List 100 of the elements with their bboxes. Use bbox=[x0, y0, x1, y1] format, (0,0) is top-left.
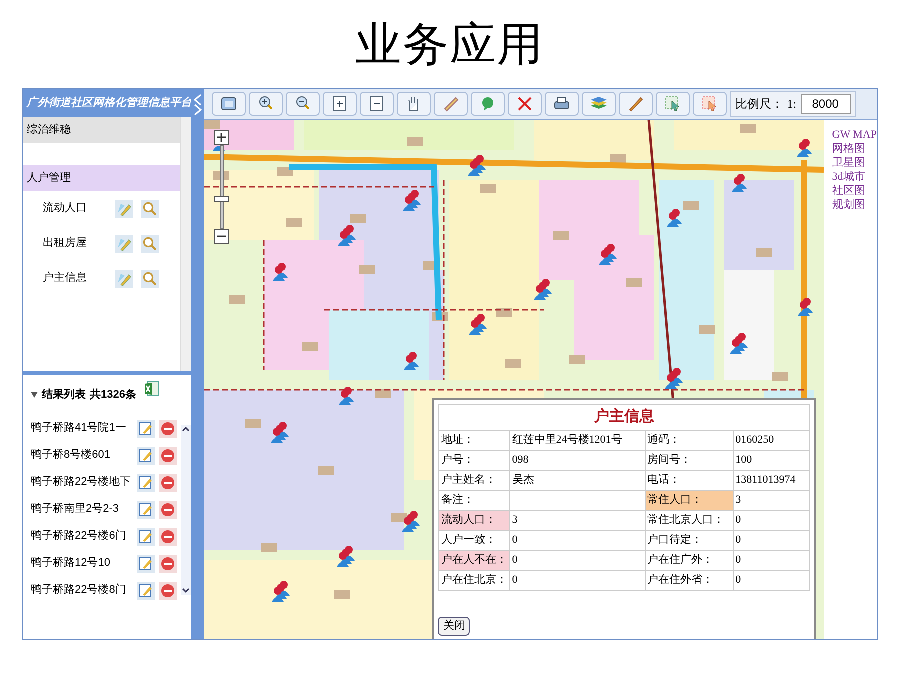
delete-icon[interactable] bbox=[159, 582, 177, 600]
delete-icon[interactable] bbox=[159, 554, 177, 572]
zoom-out-button[interactable] bbox=[214, 229, 230, 244]
field-label: 户主姓名： bbox=[438, 470, 510, 490]
print-button[interactable] bbox=[545, 92, 580, 116]
map-layer-link[interactable]: 3d城市 bbox=[832, 170, 877, 184]
results-title: 结果列表 bbox=[42, 388, 86, 403]
popup-title: 户主信息 bbox=[438, 404, 810, 430]
collapse-arrows-icon[interactable] bbox=[192, 93, 204, 117]
map-layer-link[interactable]: 规划图 bbox=[832, 198, 877, 212]
delete-icon[interactable] bbox=[159, 500, 177, 518]
spreadsheet-icon[interactable] bbox=[144, 381, 160, 397]
field-label: 户号： bbox=[438, 450, 510, 470]
scale-prefix: 1: bbox=[787, 96, 797, 113]
field-value: 0 bbox=[733, 510, 810, 530]
search-icon[interactable] bbox=[141, 200, 159, 218]
delete-icon[interactable] bbox=[159, 446, 177, 464]
pan-button[interactable] bbox=[397, 92, 432, 116]
menu-item[interactable]: 出租房屋 bbox=[43, 235, 107, 252]
menu-section[interactable]: 综治维稳 bbox=[23, 117, 180, 143]
edit-icon[interactable] bbox=[115, 234, 133, 252]
map-layer-link[interactable]: 卫星图 bbox=[832, 156, 877, 170]
deselect-button[interactable] bbox=[693, 92, 728, 116]
edit-icon[interactable] bbox=[137, 528, 155, 546]
pencil-icon bbox=[627, 95, 646, 113]
result-item[interactable]: 鸭子桥路12号10 bbox=[31, 555, 137, 572]
field-label: 户口待定： bbox=[645, 530, 734, 550]
caret-icon[interactable] bbox=[31, 392, 38, 398]
identify-button[interactable] bbox=[471, 92, 506, 116]
field-label: 户在住外省： bbox=[645, 570, 734, 590]
field-value: 0 bbox=[733, 530, 810, 550]
edit-icon[interactable] bbox=[137, 446, 155, 464]
delete-icon[interactable] bbox=[159, 528, 177, 546]
close-button[interactable]: 关闭 bbox=[438, 617, 470, 636]
field-label: 户在人不在： bbox=[438, 550, 510, 570]
draw-button[interactable] bbox=[619, 92, 654, 116]
field-label: 常住北京人口： bbox=[645, 510, 734, 530]
field-label: 人户一致： bbox=[438, 530, 510, 550]
edit-icon[interactable] bbox=[137, 420, 155, 438]
field-value: 0 bbox=[510, 550, 646, 570]
frame-icon bbox=[220, 95, 238, 113]
field-value: 0 bbox=[733, 570, 810, 590]
search-icon[interactable] bbox=[141, 234, 159, 252]
field-value: 0 bbox=[733, 550, 810, 570]
plus-icon bbox=[217, 133, 226, 142]
field-label: 户在住北京： bbox=[438, 570, 510, 590]
field-label: 备注： bbox=[438, 490, 510, 510]
app-title: 广外街道社区网格化管理信息平台 bbox=[23, 89, 191, 117]
scale-label: 比例尺： bbox=[735, 96, 784, 113]
box-zoom-in-button[interactable] bbox=[323, 92, 358, 116]
ruler-icon bbox=[442, 95, 460, 113]
zoom-in-button[interactable] bbox=[249, 92, 284, 116]
scrollbar[interactable] bbox=[181, 425, 191, 595]
field-label: 房间号： bbox=[645, 450, 734, 470]
result-item[interactable]: 鸭子桥8号楼601 bbox=[31, 447, 137, 464]
field-value: 3 bbox=[733, 490, 810, 510]
field-label: 常住人口： bbox=[645, 490, 734, 510]
measure-button[interactable] bbox=[434, 92, 468, 116]
menu-item[interactable]: 户主信息 bbox=[43, 270, 107, 287]
result-item[interactable]: 鸭子桥南里2号2-3 bbox=[31, 501, 137, 518]
edit-icon[interactable] bbox=[115, 270, 133, 288]
scrollbar[interactable] bbox=[180, 117, 191, 371]
edit-icon[interactable] bbox=[115, 200, 133, 218]
select-button[interactable] bbox=[656, 92, 690, 116]
field-value: 0160250 bbox=[733, 430, 810, 450]
full-extent-button[interactable] bbox=[212, 92, 246, 116]
field-label: 户在住广外： bbox=[645, 550, 734, 570]
result-item[interactable]: 鸭子桥路22号楼地下 bbox=[31, 474, 137, 491]
results-count: 共1326条 bbox=[90, 388, 136, 403]
field-value: 098 bbox=[510, 450, 646, 470]
zoom-slider[interactable] bbox=[214, 145, 230, 229]
field-value: 吴杰 bbox=[510, 470, 646, 490]
box-zoom-out-button[interactable] bbox=[360, 92, 394, 116]
edit-icon[interactable] bbox=[137, 554, 155, 572]
box-zoom-out-icon bbox=[368, 95, 386, 113]
edit-icon[interactable] bbox=[137, 474, 155, 492]
menu-item[interactable]: 流动人口 bbox=[43, 200, 107, 217]
result-item[interactable]: 鸭子桥路41号院1一 bbox=[31, 420, 137, 437]
map-layer-link[interactable]: GW MAP bbox=[832, 128, 877, 142]
field-value: 0 bbox=[510, 570, 646, 590]
edit-icon[interactable] bbox=[137, 500, 155, 518]
field-value: 100 bbox=[733, 450, 810, 470]
zoom-out-button[interactable] bbox=[286, 92, 320, 116]
field-label: 电话： bbox=[645, 470, 734, 490]
delete-icon[interactable] bbox=[159, 474, 177, 492]
zoom-in-button[interactable] bbox=[214, 130, 230, 145]
layers-button[interactable] bbox=[582, 92, 616, 116]
close-icon bbox=[516, 95, 534, 113]
menu-section[interactable]: 人户管理 bbox=[23, 165, 180, 191]
result-item[interactable]: 鸭子桥路22号楼8门 bbox=[31, 582, 137, 599]
field-label: 通码： bbox=[645, 430, 734, 450]
clear-button[interactable] bbox=[508, 92, 542, 116]
edit-icon[interactable] bbox=[137, 582, 155, 600]
map-layer-link[interactable]: 社区图 bbox=[832, 184, 877, 198]
delete-icon[interactable] bbox=[159, 420, 177, 438]
map-layer-link[interactable]: 网格图 bbox=[832, 142, 877, 156]
field-value: 红莲中里24号楼1201号 bbox=[510, 430, 646, 450]
scale-input[interactable]: 8000 bbox=[800, 94, 851, 114]
search-icon[interactable] bbox=[141, 270, 159, 288]
result-item[interactable]: 鸭子桥路22号楼6门 bbox=[31, 528, 137, 545]
